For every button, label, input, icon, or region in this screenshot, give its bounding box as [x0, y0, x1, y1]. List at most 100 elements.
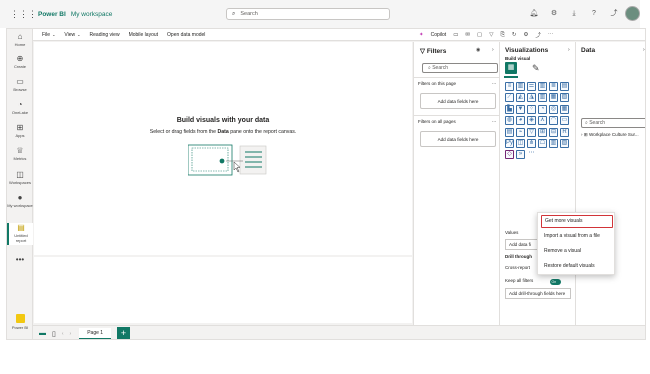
power-apps-icon[interactable]: ◇: [505, 150, 514, 160]
more-options-icon[interactable]: ...: [492, 80, 496, 86]
chat-icon[interactable]: ✉: [465, 32, 470, 38]
matrix-icon[interactable]: ⊟: [549, 127, 558, 137]
line-chart-icon[interactable]: ⟋: [505, 93, 514, 103]
ribbon-open-data-model[interactable]: Open data model: [167, 32, 205, 38]
comment-icon[interactable]: ▭: [453, 32, 458, 38]
nav-browse[interactable]: ▭ Browse: [7, 77, 33, 92]
settings-icon[interactable]: ⚙: [523, 32, 528, 38]
waterfall-chart-icon[interactable]: ▙: [505, 104, 514, 114]
clustered-bar-chart-icon[interactable]: ☰: [527, 82, 536, 91]
ribbon-chart-icon[interactable]: ▨: [560, 93, 569, 103]
eye-icon[interactable]: ◉: [476, 47, 480, 53]
azure-map-icon[interactable]: ⋏: [538, 116, 547, 126]
drill-through-drop-well[interactable]: Add drill-through fields here: [505, 288, 571, 299]
line-column-chart-icon[interactable]: ▥: [538, 93, 547, 103]
refresh-icon[interactable]: ↻: [512, 32, 517, 38]
data-search-input[interactable]: ⌕ Search: [581, 118, 645, 128]
ribbon-file[interactable]: File ⌄: [42, 32, 55, 38]
download-icon[interactable]: ⤓: [568, 8, 580, 20]
chevron-right-icon[interactable]: ›: [643, 47, 645, 53]
stacked-bar-chart-icon[interactable]: ≡: [505, 82, 514, 91]
kpi-icon[interactable]: ⌁: [516, 127, 525, 137]
card-icon[interactable]: ▭: [560, 116, 569, 126]
table-icon[interactable]: ⊞: [538, 127, 547, 137]
search-input[interactable]: ⌕ Search: [226, 8, 390, 20]
format-visual-tab-icon[interactable]: ✎: [532, 62, 540, 74]
gear-icon[interactable]: ⚙: [548, 8, 560, 20]
filter-icon[interactable]: ▽: [489, 32, 493, 38]
get-more-visuals-item[interactable]: Get more visuals: [541, 215, 613, 228]
bell-icon[interactable]: 🔔︎: [528, 8, 540, 20]
stacked-area-chart-icon[interactable]: ◮: [527, 93, 536, 103]
power-automate-icon[interactable]: »: [516, 150, 525, 160]
line-stacked-column-chart-icon[interactable]: ▦: [549, 93, 558, 103]
shape-map-icon[interactable]: ◈: [527, 116, 536, 126]
report-canvas[interactable]: Build visuals with your data Select or d…: [34, 42, 412, 255]
donut-chart-icon[interactable]: ◎: [549, 104, 558, 114]
data-table-item[interactable]: › ⊞ Workplace Culture Sur...: [581, 132, 645, 138]
chevron-right-icon[interactable]: ›: [568, 47, 570, 53]
stacked-column-chart-icon[interactable]: ▥: [516, 82, 525, 91]
import-visual-item[interactable]: Import a visual from a file: [541, 230, 613, 243]
workspace-breadcrumb[interactable]: My workspace: [71, 11, 113, 18]
filled-map-icon[interactable]: ◕: [516, 116, 525, 126]
nav-onelake[interactable]: ◔ OneLake: [7, 100, 33, 115]
nav-workspaces[interactable]: ◫ Workspaces: [7, 170, 33, 185]
slicer-icon[interactable]: ▽: [527, 127, 536, 137]
100-column-chart-icon[interactable]: ▤: [560, 82, 569, 91]
filters-page-drop-well[interactable]: Add data fields here: [420, 93, 496, 109]
scatter-chart-icon[interactable]: ⁘: [527, 104, 536, 114]
share-icon[interactable]: ⤴: [608, 8, 620, 20]
prev-page-icon[interactable]: ‹: [62, 331, 64, 337]
clustered-column-chart-icon[interactable]: ▥: [538, 82, 547, 91]
desktop-view-icon[interactable]: ▬: [39, 330, 46, 337]
map-icon[interactable]: ◍: [505, 116, 514, 126]
filters-all-drop-well[interactable]: Add data fields here: [420, 131, 496, 147]
nav-create[interactable]: ⊕ Create: [7, 54, 33, 69]
ribbon-reading-view[interactable]: Reading view: [90, 32, 120, 38]
copilot-button[interactable]: Copilot: [431, 32, 447, 38]
smart-narrative-icon[interactable]: ▥: [549, 138, 558, 148]
share-icon[interactable]: ⤴: [535, 31, 541, 39]
chevron-right-icon[interactable]: ›: [492, 47, 494, 53]
decomposition-tree-icon[interactable]: ⋔: [527, 138, 536, 148]
pie-chart-icon[interactable]: ◔: [538, 104, 547, 114]
save-icon[interactable]: ⎘: [500, 32, 504, 39]
restore-default-visuals-item[interactable]: Restore default visuals: [541, 260, 613, 273]
gauge-icon[interactable]: ◠: [549, 116, 558, 126]
help-icon[interactable]: ?: [588, 8, 600, 20]
key-influencers-icon[interactable]: ◫: [516, 138, 525, 148]
values-drop-well[interactable]: Add data fi: [505, 239, 539, 250]
app-name[interactable]: Power BI: [38, 11, 66, 18]
build-visual-tab-icon[interactable]: ▦: [505, 62, 517, 74]
nav-more[interactable]: •••: [7, 255, 33, 265]
r-visual-icon[interactable]: R: [560, 127, 569, 137]
nav-home[interactable]: ⌂ Home: [7, 32, 33, 47]
add-page-button[interactable]: +: [117, 327, 131, 339]
present-icon[interactable]: ▢: [477, 32, 482, 38]
nav-apps[interactable]: ⊞ Apps: [7, 123, 33, 138]
avatar[interactable]: [625, 6, 640, 21]
area-chart-icon[interactable]: ◭: [516, 93, 525, 103]
keep-all-filters-toggle[interactable]: On: [550, 279, 561, 285]
app-launcher-icon[interactable]: ⋮⋮⋮: [10, 9, 37, 20]
100-bar-chart-icon[interactable]: ≣: [549, 82, 558, 91]
more-icon[interactable]: ⋯: [548, 32, 554, 38]
treemap-icon[interactable]: ▦: [560, 104, 569, 114]
more-options-icon[interactable]: ...: [492, 118, 496, 124]
remove-visual-item[interactable]: Remove a visual: [541, 245, 613, 258]
page-tab[interactable]: Page 1: [79, 327, 112, 339]
more-visuals-icon[interactable]: ⋯: [527, 150, 536, 159]
power-bi-logo[interactable]: Power BI: [10, 314, 30, 336]
multi-row-card-icon[interactable]: ▤: [505, 127, 514, 137]
nav-metrics[interactable]: ♕ Metrics: [7, 146, 33, 161]
mobile-view-icon[interactable]: ▯: [52, 330, 56, 338]
python-visual-icon[interactable]: Py: [505, 138, 514, 148]
filters-search-input[interactable]: ⌕ Search: [422, 63, 498, 73]
next-page-icon[interactable]: ›: [70, 331, 72, 337]
ribbon-mobile-layout[interactable]: Mobile layout: [129, 32, 158, 38]
nav-my-workspace[interactable]: ● My workspace: [7, 193, 33, 208]
ribbon-view[interactable]: View ⌄: [64, 32, 80, 38]
paginated-report-icon[interactable]: ▧: [560, 138, 569, 148]
nav-untitled-report[interactable]: ▤ Untitled report: [7, 223, 33, 245]
